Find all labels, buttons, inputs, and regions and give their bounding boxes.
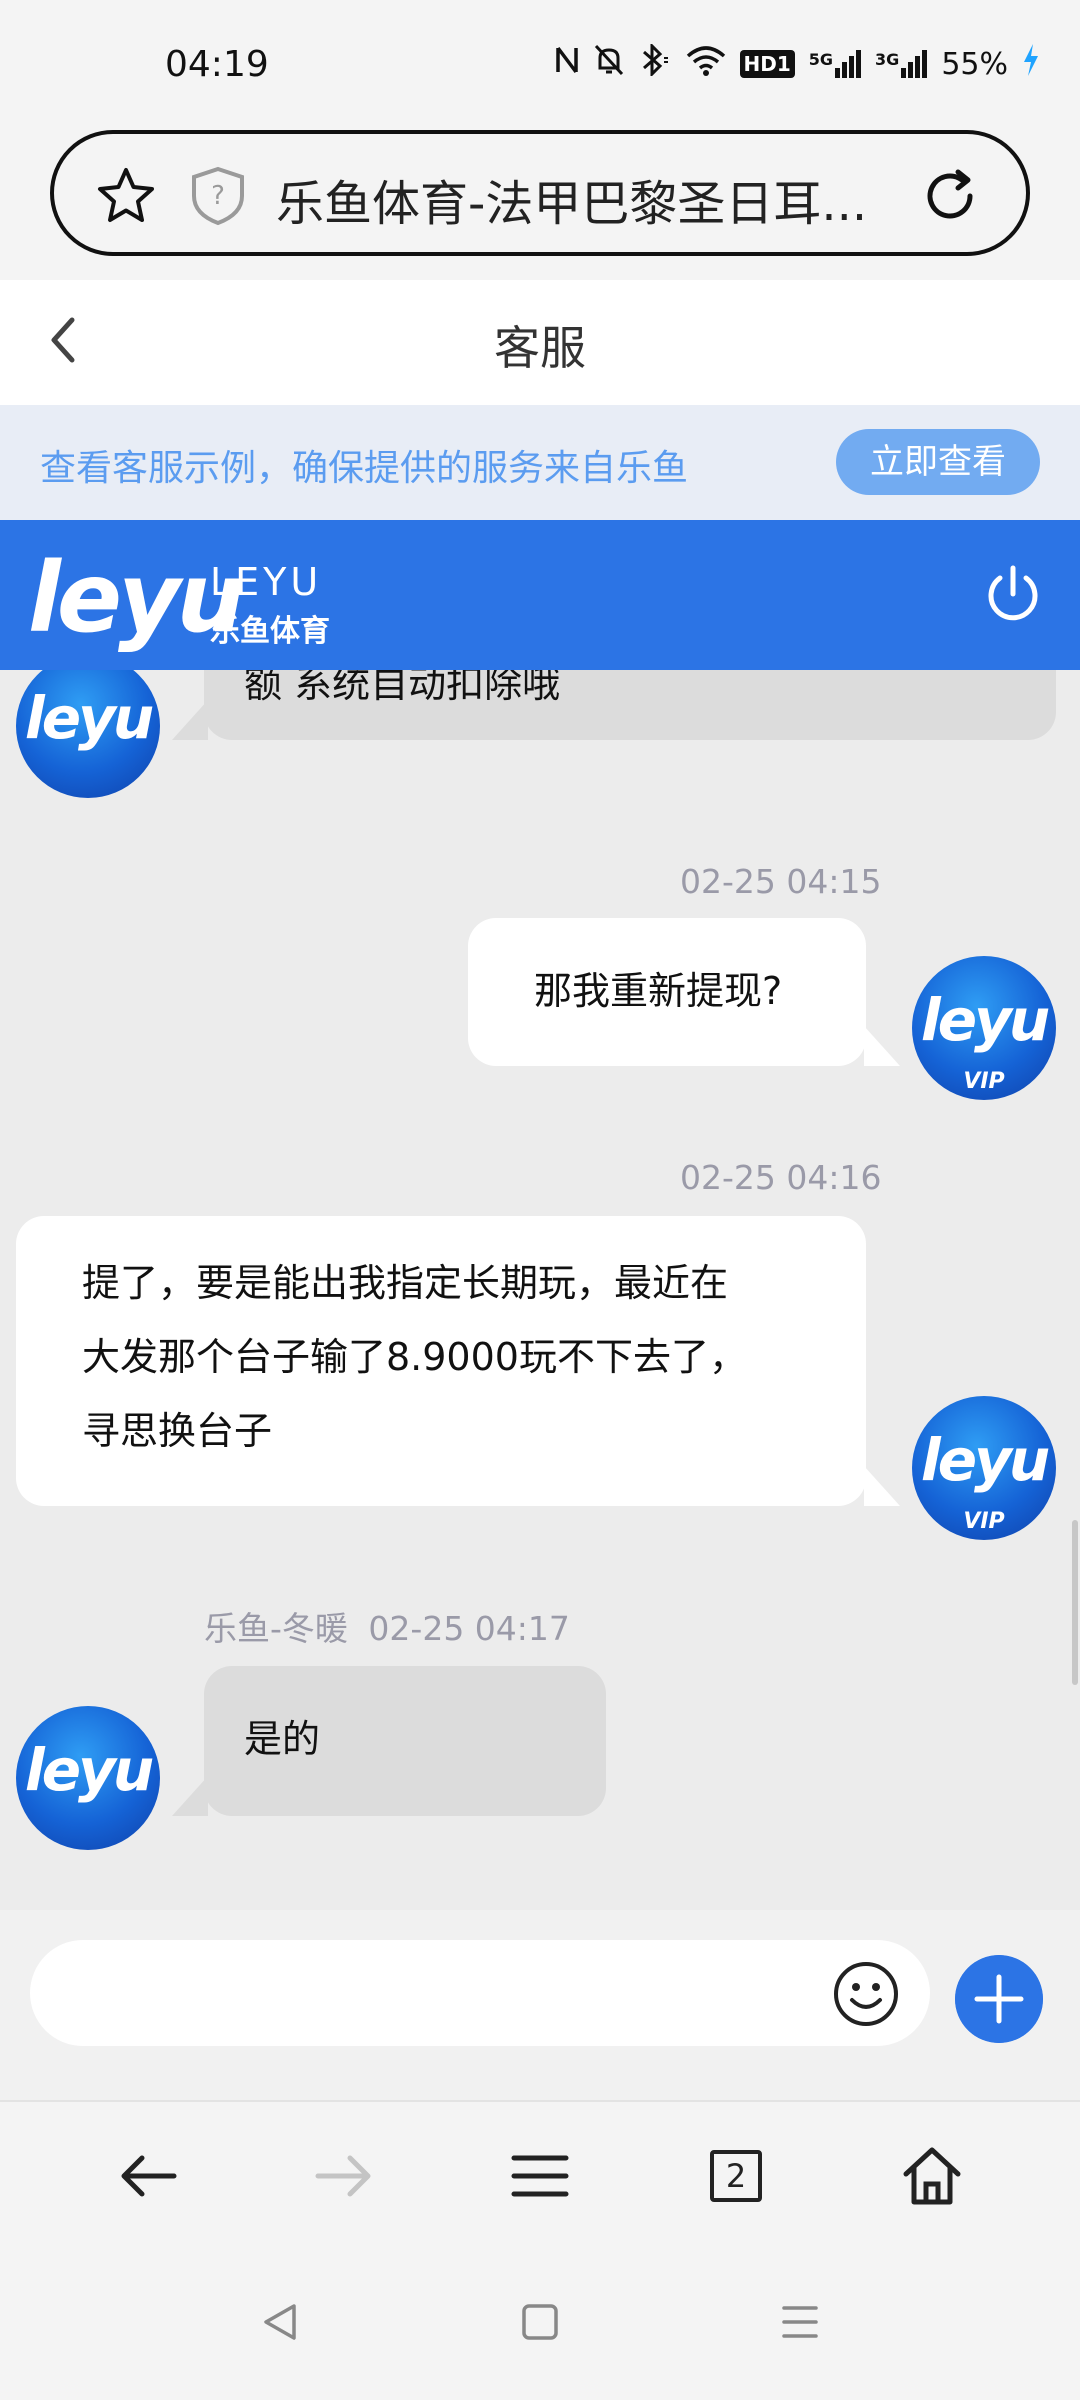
signal-5g-icon: 5G: [809, 50, 862, 78]
notice-banner: 查看客服示例，确保提供的服务来自乐鱼 立即查看: [0, 405, 1080, 520]
add-attachment-button[interactable]: [955, 1955, 1043, 2043]
signal-3g-icon: 3G: [875, 50, 928, 78]
agent-avatar[interactable]: leyu: [16, 670, 160, 798]
message-text: 是的: [244, 1717, 321, 1761]
message-line: 大发那个台子输了8.9000玩不下去了，: [82, 1335, 747, 1379]
bubble-tail: [172, 700, 208, 740]
security-shield-icon[interactable]: ?: [190, 166, 246, 226]
message-line: 寻思换台子: [82, 1409, 273, 1453]
agent-name: 乐鱼-冬暖: [204, 1609, 348, 1648]
chat-scrollbar[interactable]: [1072, 1520, 1078, 1685]
message-input-bar: [0, 1910, 1080, 2100]
brand-bar: leyu LEYU 乐鱼体育: [0, 520, 1080, 670]
message-input[interactable]: [30, 1940, 930, 2046]
header-title: 客服: [494, 321, 586, 375]
battery-level: 55%: [941, 46, 1008, 82]
user-vip-avatar[interactable]: leyu VIP: [912, 956, 1056, 1100]
leyu-logo-en: LEYU: [210, 560, 323, 604]
svg-text:?: ?: [211, 181, 225, 211]
status-time: 04:19: [165, 44, 269, 85]
bubble-tail: [864, 1466, 900, 1506]
emoji-icon[interactable]: [832, 1960, 900, 2028]
status-bar: 04:19 HD1 5G 3G 55%: [0, 0, 1080, 130]
bluetooth-icon: [638, 42, 672, 84]
hd-icon: HD1: [739, 50, 795, 78]
message-timestamp: 02-25 04:17: [368, 1609, 570, 1648]
reload-icon[interactable]: [918, 164, 982, 228]
message-timestamp: 02-25 04:16: [680, 1158, 882, 1197]
menu-icon[interactable]: [508, 2144, 572, 2208]
bubble-tail: [864, 1026, 900, 1066]
wifi-icon: [686, 44, 726, 84]
message-line: 提了，要是能出我指定长期玩，最近在: [82, 1261, 729, 1305]
nfc-icon: [554, 44, 580, 84]
system-home-icon[interactable]: [518, 2300, 562, 2344]
home-icon[interactable]: [900, 2144, 964, 2208]
message-text: 额 系统自动扣除哦: [244, 670, 561, 706]
power-icon[interactable]: [980, 562, 1046, 628]
charging-icon: [1022, 44, 1040, 84]
chat-header: 客服: [0, 280, 1080, 405]
tabs-button[interactable]: 2: [710, 2150, 762, 2202]
user-message-bubble: 提了，要是能出我指定长期玩，最近在 大发那个台子输了8.9000玩不下去了， 寻…: [16, 1216, 866, 1506]
user-vip-avatar[interactable]: leyu VIP: [912, 1396, 1056, 1540]
message-text: 那我重新提现?: [534, 969, 783, 1013]
leyu-logo-cn: 乐鱼体育: [210, 614, 330, 649]
mute-icon: [594, 44, 624, 84]
agent-sender-label: 乐鱼-冬暖 02-25 04:17: [204, 1602, 570, 1650]
page-title[interactable]: 乐鱼体育-法甲巴黎圣日耳...: [276, 164, 867, 234]
address-bar[interactable]: ? 乐鱼体育-法甲巴黎圣日耳...: [50, 130, 1030, 256]
status-icons: HD1 5G 3G 55%: [554, 42, 1040, 84]
agent-message-bubble: 额 系统自动扣除哦: [204, 670, 1056, 740]
browser-toolbar: 2: [0, 2100, 1080, 2250]
user-message-bubble: 那我重新提现?: [468, 918, 866, 1066]
bubble-tail: [172, 1776, 208, 1816]
agent-message-bubble: 是的: [204, 1666, 606, 1816]
agent-avatar[interactable]: leyu: [16, 1706, 160, 1850]
message-timestamp: 02-25 04:15: [680, 862, 882, 901]
system-nav-bar: [0, 2250, 1080, 2400]
notice-text: 查看客服示例，确保提供的服务来自乐鱼: [40, 448, 689, 489]
system-recents-icon[interactable]: [778, 2300, 822, 2344]
bookmark-star-icon[interactable]: [96, 166, 156, 226]
chat-messages[interactable]: 额 系统自动扣除哦 leyu 02-25 04:15 那我重新提现? leyu …: [0, 670, 1080, 1910]
view-now-button[interactable]: 立即查看: [836, 429, 1040, 495]
system-back-icon[interactable]: [258, 2300, 302, 2344]
browser-back-icon[interactable]: [116, 2144, 180, 2208]
leyu-logo: leyu: [28, 542, 245, 654]
browser-forward-icon[interactable]: [312, 2144, 376, 2208]
